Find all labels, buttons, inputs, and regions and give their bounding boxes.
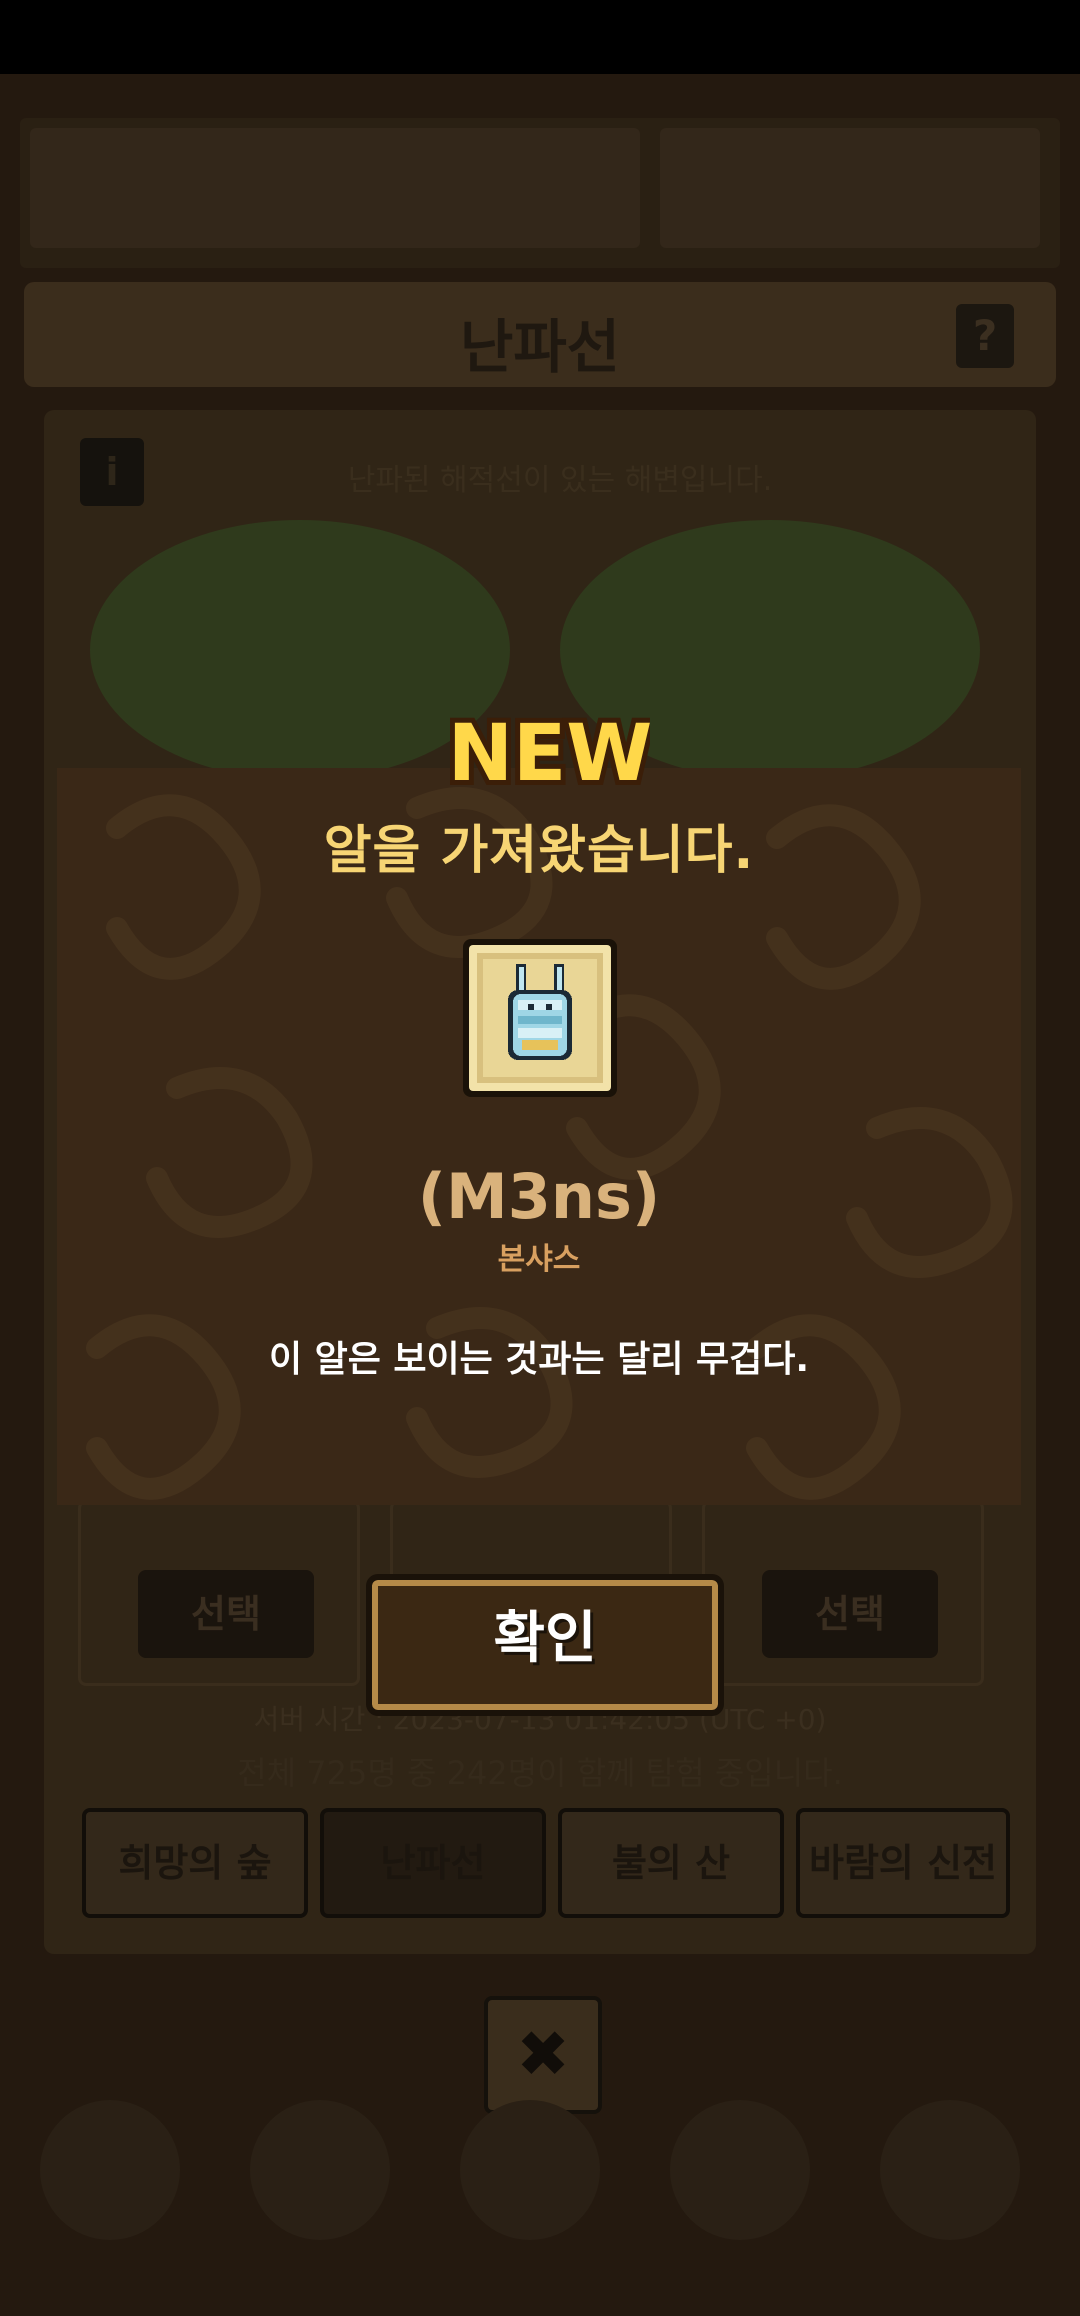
egg-subtitle: 본샤스 [497,1242,581,1277]
hud-player-info [30,128,640,248]
select-button-1[interactable]: 선택 [138,1570,314,1658]
new-badge: NEW [450,704,650,798]
tab-wind-temple[interactable]: 바람의 신전 [796,1808,1010,1918]
select-button-3[interactable]: 선택 [762,1570,938,1658]
nav-item-5[interactable] [880,2100,1020,2240]
nav-item-4[interactable] [670,2100,810,2240]
info-button[interactable]: i [80,438,144,506]
confirm-button-label[interactable]: 확인 [366,1584,724,1694]
modal-title: 알을 가져왔습니다. [323,821,755,881]
egg-description: 이 알은 보이는 것과는 달리 무겁다. [268,1339,810,1380]
tab-forest[interactable]: 희망의 숲 [82,1808,308,1918]
help-button[interactable]: ? [956,304,1014,368]
nav-item-2[interactable] [250,2100,390,2240]
egg-name: (M3ns) [417,1160,661,1233]
new-badge-text: NEW [450,709,650,798]
nav-item-1[interactable] [40,2100,180,2240]
tab-shipwreck[interactable]: 난파선 [320,1808,546,1918]
close-icon[interactable]: ✖ [484,1996,602,2114]
location-description: 난파된 해적선이 있는 해변입니다. [347,463,773,498]
tab-fire-mountain[interactable]: 불의 산 [558,1808,784,1918]
location-title: 난파선 [459,313,621,381]
island-illustration-left [90,520,510,780]
participant-count: 전체 725명 중 242명이 함께 탐험 중입니다. [237,1754,843,1792]
status-bar [0,0,1080,74]
egg-icon [463,939,617,1097]
hud-currency [660,128,1040,248]
nav-item-3[interactable] [460,2100,600,2240]
